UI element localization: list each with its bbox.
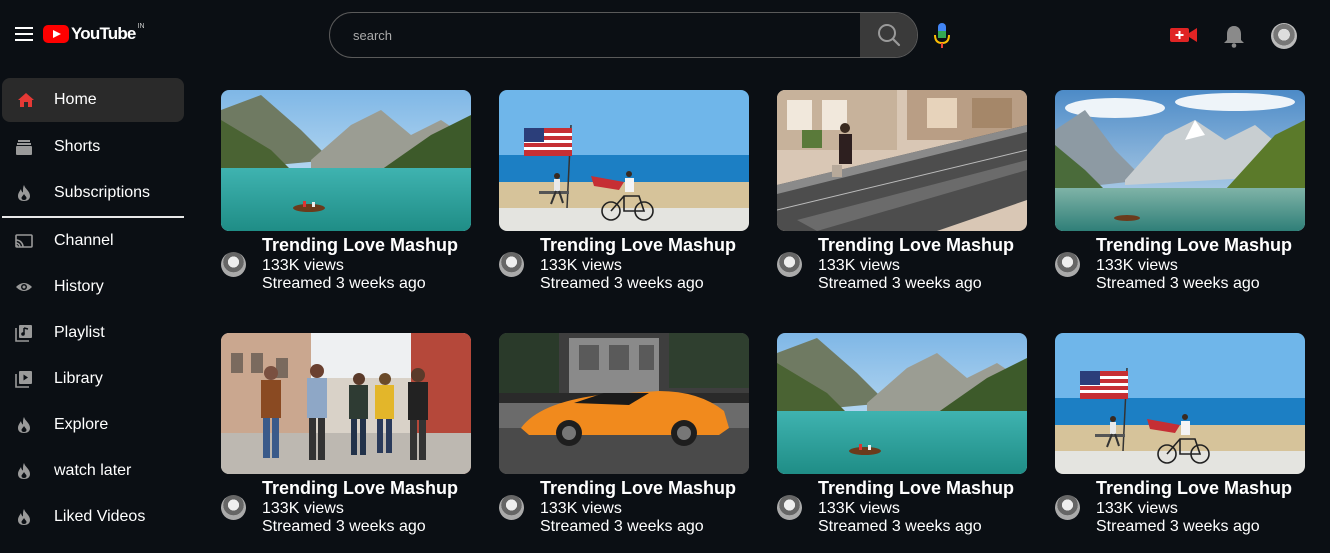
channel-avatar[interactable] xyxy=(1055,495,1080,520)
sidebar-item-channel[interactable]: Channel xyxy=(0,218,186,264)
sidebar-item-label: Home xyxy=(54,91,97,108)
notifications-bell-icon[interactable] xyxy=(1223,24,1245,48)
search-bar xyxy=(329,12,918,58)
video-card[interactable]: Trending Love Mashup 133K views Streamed… xyxy=(499,333,749,553)
video-title[interactable]: Trending Love Mashup xyxy=(540,478,736,499)
video-views: 133K views xyxy=(818,257,900,274)
video-time: Streamed 3 weeks ago xyxy=(818,275,982,292)
home-icon xyxy=(17,91,35,109)
hamburger-menu-icon[interactable] xyxy=(15,27,33,41)
video-views: 133K views xyxy=(262,257,344,274)
flame-icon xyxy=(15,184,33,202)
video-views: 133K views xyxy=(1096,500,1178,517)
logo-text: YouTube xyxy=(71,24,136,43)
youtube-logo[interactable]: YouTube IN xyxy=(43,23,145,45)
microphone-icon[interactable] xyxy=(932,22,952,50)
video-title[interactable]: Trending Love Mashup xyxy=(540,235,736,256)
channel-avatar[interactable] xyxy=(777,252,802,277)
video-views: 133K views xyxy=(262,500,344,517)
video-card[interactable]: Trending Love Mashup 133K views Streamed… xyxy=(221,333,471,553)
video-card[interactable]: Trending Love Mashup 133K views Streamed… xyxy=(1055,90,1305,310)
video-time: Streamed 3 weeks ago xyxy=(818,518,982,535)
sidebar-item-home[interactable]: Home xyxy=(2,78,184,122)
video-card[interactable]: Trending Love Mashup 133K views Streamed… xyxy=(1055,333,1305,553)
search-button[interactable] xyxy=(860,13,917,57)
sidebar-item-library[interactable]: Library xyxy=(0,356,186,402)
video-title[interactable]: Trending Love Mashup xyxy=(818,478,1014,499)
video-time: Streamed 3 weeks ago xyxy=(262,275,426,292)
sidebar-item-history[interactable]: History xyxy=(0,264,186,310)
video-thumbnail[interactable] xyxy=(777,333,1027,474)
sidebar: Home Shorts Subscriptions Channel Histor… xyxy=(0,78,186,540)
video-card[interactable]: Trending Love Mashup 133K views Streamed… xyxy=(221,90,471,310)
video-title[interactable]: Trending Love Mashup xyxy=(818,235,1014,256)
video-card[interactable]: Trending Love Mashup 133K views Streamed… xyxy=(777,333,1027,553)
video-thumbnail[interactable] xyxy=(1055,333,1305,474)
video-time: Streamed 3 weeks ago xyxy=(540,518,704,535)
video-thumbnail[interactable] xyxy=(221,333,471,474)
user-avatar[interactable] xyxy=(1271,23,1297,49)
sidebar-item-watch-later[interactable]: watch later xyxy=(0,448,186,494)
video-time: Streamed 3 weeks ago xyxy=(540,275,704,292)
sidebar-item-subscriptions[interactable]: Subscriptions xyxy=(0,170,186,216)
sidebar-item-label: Liked Videos xyxy=(54,508,146,525)
video-time: Streamed 3 weeks ago xyxy=(1096,275,1260,292)
video-views: 133K views xyxy=(540,500,622,517)
sidebar-item-label: Subscriptions xyxy=(54,184,151,201)
sidebar-item-label: Channel xyxy=(54,232,114,249)
channel-avatar[interactable] xyxy=(221,252,246,277)
video-title[interactable]: Trending Love Mashup xyxy=(262,235,458,256)
video-title[interactable]: Trending Love Mashup xyxy=(262,478,458,499)
channel-avatar[interactable] xyxy=(499,495,524,520)
video-thumbnail[interactable] xyxy=(221,90,471,231)
video-time: Streamed 3 weeks ago xyxy=(262,518,426,535)
flame-icon xyxy=(15,508,33,526)
sidebar-item-liked-videos[interactable]: Liked Videos xyxy=(0,494,186,540)
youtube-play-icon xyxy=(43,25,69,43)
video-card[interactable]: Trending Love Mashup 133K views Streamed… xyxy=(499,90,749,310)
video-card[interactable]: Trending Love Mashup 133K views Streamed… xyxy=(777,90,1027,310)
sidebar-item-label: watch later xyxy=(54,462,132,479)
library-icon xyxy=(15,370,33,388)
sidebar-item-label: Explore xyxy=(54,416,109,433)
create-video-icon[interactable] xyxy=(1170,26,1198,44)
video-thumbnail[interactable] xyxy=(1055,90,1305,231)
flame-icon xyxy=(15,462,33,480)
search-input[interactable] xyxy=(330,13,860,57)
logo-country-code: IN xyxy=(137,22,145,30)
search-icon xyxy=(877,24,900,47)
sidebar-item-label: Library xyxy=(54,370,103,387)
top-header: YouTube IN xyxy=(0,0,1330,70)
video-thumbnail[interactable] xyxy=(777,90,1027,231)
sidebar-item-label: Shorts xyxy=(54,138,101,155)
sidebar-item-playlist[interactable]: Playlist xyxy=(0,310,186,356)
sidebar-item-label: History xyxy=(54,278,104,295)
cast-icon xyxy=(15,232,33,250)
channel-avatar[interactable] xyxy=(221,495,246,520)
flame-icon xyxy=(15,416,33,434)
video-title[interactable]: Trending Love Mashup xyxy=(1096,235,1292,256)
video-title[interactable]: Trending Love Mashup xyxy=(1096,478,1292,499)
sidebar-item-shorts[interactable]: Shorts xyxy=(0,124,186,170)
video-time: Streamed 3 weeks ago xyxy=(1096,518,1260,535)
video-views: 133K views xyxy=(818,500,900,517)
sidebar-item-label: Playlist xyxy=(54,324,105,341)
playlist-icon xyxy=(15,324,33,342)
channel-avatar[interactable] xyxy=(499,252,524,277)
channel-avatar[interactable] xyxy=(1055,252,1080,277)
shorts-icon xyxy=(15,138,33,156)
video-views: 133K views xyxy=(540,257,622,274)
video-views: 133K views xyxy=(1096,257,1178,274)
video-thumbnail[interactable] xyxy=(499,90,749,231)
channel-avatar[interactable] xyxy=(777,495,802,520)
eye-icon xyxy=(15,278,33,296)
sidebar-item-explore[interactable]: Explore xyxy=(0,402,186,448)
video-thumbnail[interactable] xyxy=(499,333,749,474)
